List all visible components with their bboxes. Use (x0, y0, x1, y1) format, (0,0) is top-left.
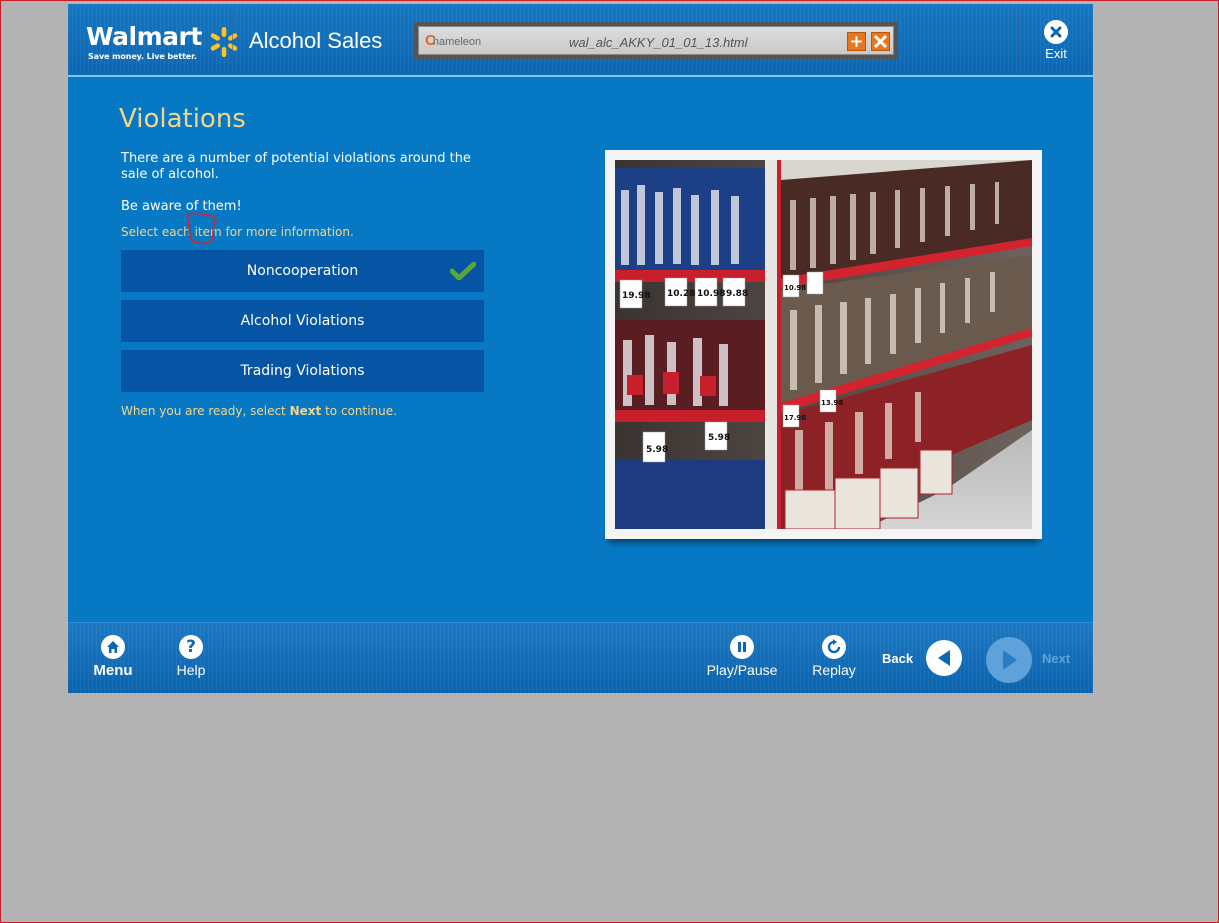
back-button[interactable] (926, 640, 962, 676)
header-bar: Walmart Save money. Live better. Alcohol… (68, 4, 1093, 77)
svg-text:5.98: 5.98 (708, 433, 730, 443)
help-icon: ? (179, 635, 203, 659)
chameleon-logo: Chameleon (425, 32, 482, 49)
svg-text:10.98: 10.98 (697, 289, 725, 299)
option-trading-violations[interactable]: Trading Violations (121, 350, 484, 392)
pause-icon (730, 635, 754, 659)
svg-text:10.28: 10.28 (667, 289, 695, 299)
option-noncooperation[interactable]: Noncooperation (121, 250, 484, 292)
header-divider (1018, 12, 1019, 70)
svg-text:10.98: 10.98 (784, 284, 806, 292)
svg-text:13.98: 13.98 (821, 399, 843, 407)
svg-text:5.98: 5.98 (646, 445, 668, 455)
replay-label: Replay (812, 662, 856, 678)
page-title: Violations (119, 104, 246, 134)
play-pause-label: Play/Pause (706, 662, 778, 678)
menu-label: Menu (93, 662, 133, 679)
option-label: Noncooperation (246, 263, 359, 279)
svg-text:17.98: 17.98 (784, 414, 806, 422)
svg-text:19.98: 19.98 (622, 291, 650, 301)
intro-text: There are a number of potential violatio… (121, 151, 471, 182)
close-box-icon[interactable] (871, 32, 890, 51)
replay-button[interactable]: Replay (810, 635, 858, 678)
option-label: Trading Violations (240, 363, 365, 379)
footer-divider (157, 633, 158, 683)
home-icon (101, 635, 125, 659)
checkmark-icon (450, 262, 476, 280)
walmart-logo: Walmart Save money. Live better. (86, 22, 238, 64)
next-button[interactable] (986, 637, 1032, 683)
help-button[interactable]: ? Help (172, 635, 210, 678)
next-label: Next (1042, 651, 1071, 666)
footer-divider (793, 633, 794, 683)
back-arrow-icon (938, 650, 950, 666)
exit-label: Exit (1045, 46, 1067, 61)
replay-icon (822, 635, 846, 659)
help-label: Help (176, 662, 206, 678)
next-keyword: Next (289, 404, 322, 418)
menu-button[interactable]: Menu (92, 635, 134, 679)
course-title: Alcohol Sales (249, 28, 383, 53)
plus-icon[interactable]: + (847, 32, 866, 51)
player-address-bar: Chameleon wal_alc_AKKY_01_01_13.html + (414, 22, 898, 59)
close-icon (1044, 20, 1068, 44)
exit-button[interactable]: Exit (1030, 20, 1082, 61)
course-player: Walmart Save money. Live better. Alcohol… (68, 4, 1093, 693)
footer-divider (223, 633, 224, 683)
play-pause-button[interactable]: Play/Pause (706, 635, 778, 678)
spark-icon (210, 27, 238, 57)
brand-tagline: Save money. Live better. (88, 52, 197, 61)
brand-name: Walmart (86, 22, 202, 51)
back-label: Back (882, 651, 914, 666)
continue-text: When you are ready, select Next to conti… (121, 404, 397, 418)
liquor-shelf-photo: 19.98 10.28 10.98 9.88 5.98 5.98 10.98 1… (605, 150, 1042, 539)
header-divider (232, 12, 233, 70)
annotation-scribble (186, 212, 218, 245)
option-alcohol-violations[interactable]: Alcohol Violations (121, 300, 484, 342)
file-name: wal_alc_AKKY_01_01_13.html (569, 35, 748, 50)
option-label: Alcohol Violations (240, 313, 365, 329)
footer-bar: Menu ? Help Play/Pause Replay Back Next (68, 622, 1093, 693)
svg-text:9.88: 9.88 (726, 289, 748, 299)
shelf-image: 19.98 10.28 10.98 9.88 5.98 5.98 10.98 1… (615, 160, 1032, 529)
instruction-text: Select each item for more information. (121, 225, 354, 239)
next-arrow-icon (1003, 650, 1017, 670)
